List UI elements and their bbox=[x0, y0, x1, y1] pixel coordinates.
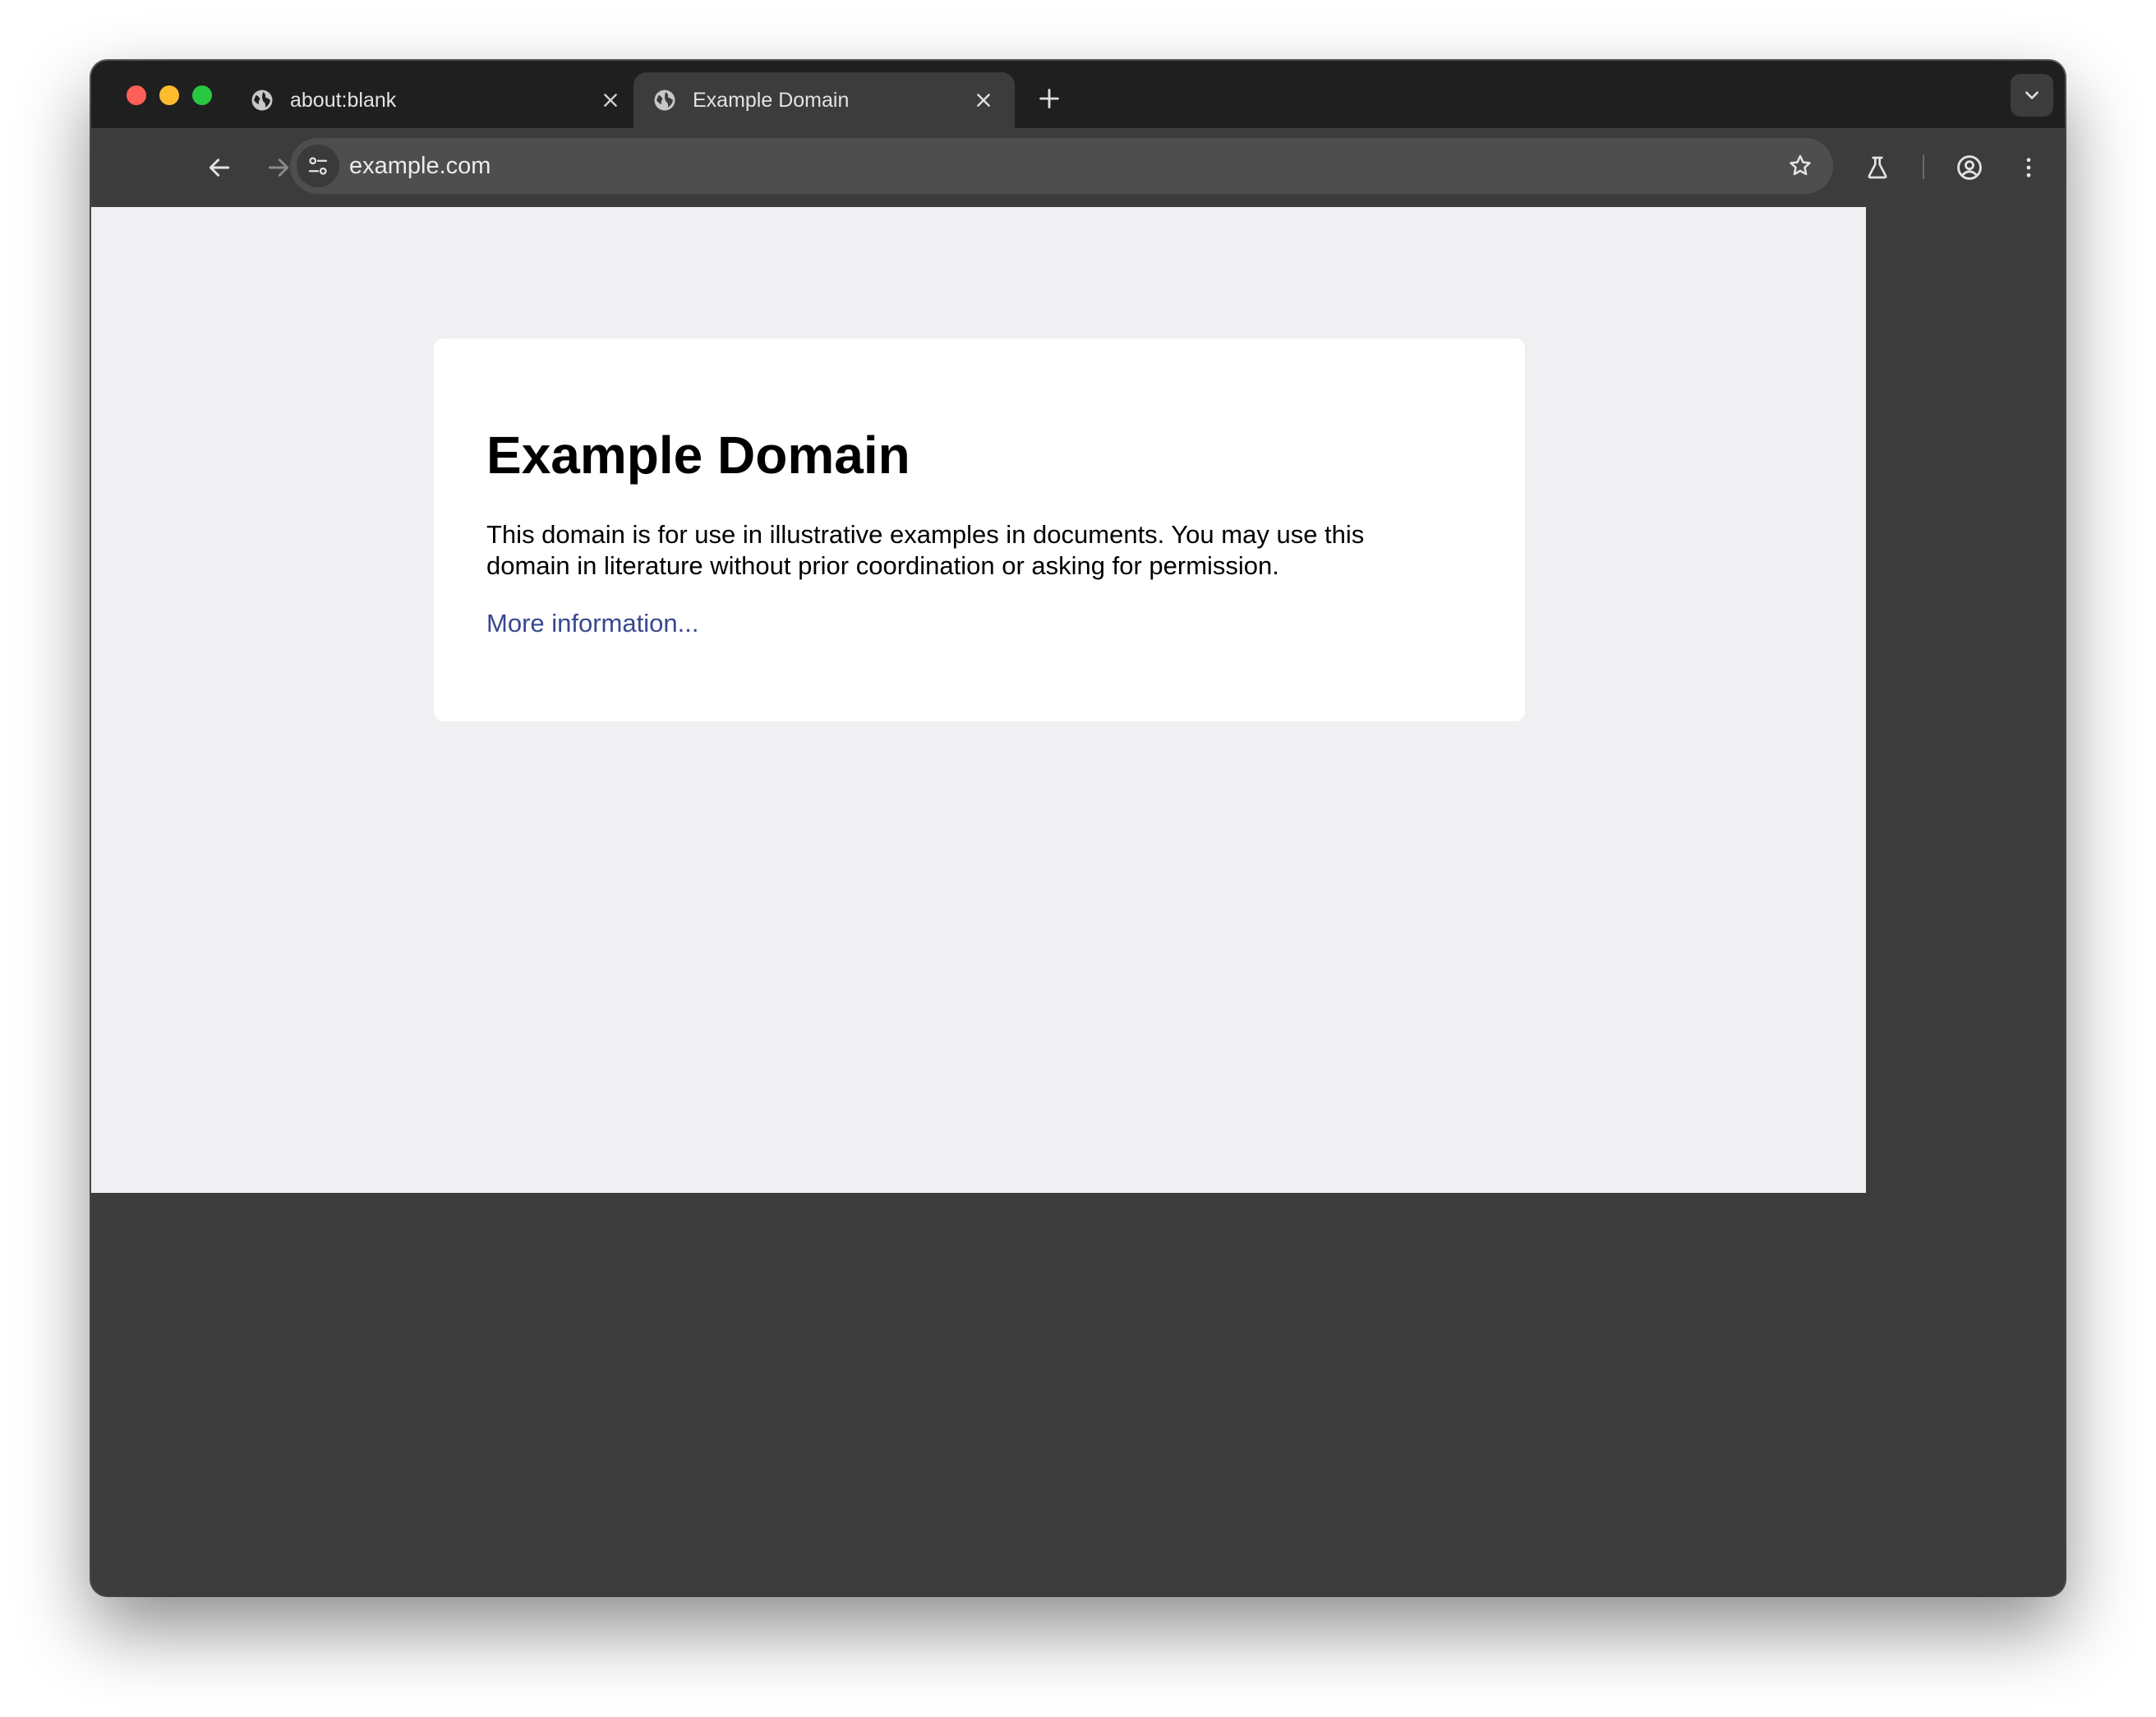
tab-search-button[interactable] bbox=[2011, 74, 2053, 117]
page-description: This domain is for use in illustrative e… bbox=[486, 520, 1365, 580]
site-settings-icon[interactable] bbox=[297, 145, 339, 187]
toolbar: example.com bbox=[91, 128, 2065, 207]
profile-icon bbox=[1957, 155, 1982, 180]
menu-kebab-icon bbox=[2026, 158, 2031, 177]
content-card: Example Domain This domain is for use in… bbox=[434, 338, 1525, 721]
url-text[interactable]: example.com bbox=[349, 138, 491, 194]
chevron-down-icon bbox=[2025, 91, 2039, 99]
back-arrow-icon bbox=[209, 159, 230, 177]
globe-icon bbox=[652, 87, 678, 113]
globe-icon bbox=[249, 87, 275, 113]
close-icon[interactable] bbox=[970, 87, 997, 113]
address-bar[interactable]: example.com bbox=[290, 138, 1833, 194]
profile-button[interactable] bbox=[1950, 148, 1989, 187]
close-icon[interactable] bbox=[597, 87, 624, 113]
more-information-link[interactable]: More information... bbox=[486, 608, 698, 639]
labs-button[interactable] bbox=[1858, 148, 1897, 187]
plus-icon bbox=[1039, 89, 1059, 108]
window-minimize-button[interactable] bbox=[159, 85, 179, 105]
toolbar-divider bbox=[1923, 154, 1924, 179]
page-viewport: Example Domain This domain is for use in… bbox=[91, 207, 1866, 1193]
tab-title: about:blank bbox=[290, 88, 397, 112]
labs-flask-icon bbox=[1868, 156, 1887, 179]
back-button[interactable] bbox=[200, 148, 239, 187]
window-maximize-button[interactable] bbox=[192, 85, 212, 105]
page-heading: Example Domain bbox=[486, 426, 910, 485]
new-tab-button[interactable] bbox=[1033, 82, 1066, 115]
tab-title: Example Domain bbox=[693, 88, 850, 112]
forward-arrow-icon bbox=[268, 159, 289, 177]
tab-strip: about:blank Example Domain bbox=[91, 61, 2065, 128]
browser-window: about:blank Example Domain example.com E… bbox=[91, 61, 2065, 1595]
menu-button[interactable] bbox=[2009, 148, 2048, 187]
bookmark-star-icon[interactable] bbox=[1784, 150, 1817, 182]
tab-example-domain[interactable]: Example Domain bbox=[633, 72, 1015, 128]
window-close-button[interactable] bbox=[127, 85, 146, 105]
